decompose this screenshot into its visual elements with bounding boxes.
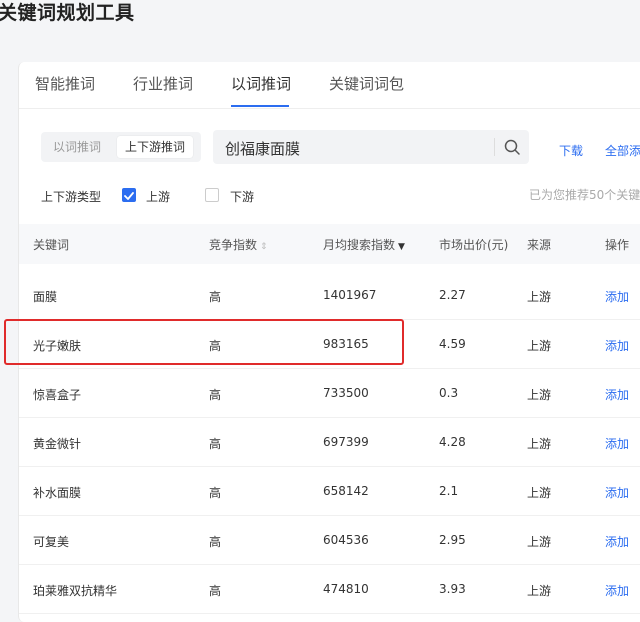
table-row: 光子嫩肤 高 983165 4.59 上游 添加: [19, 319, 640, 369]
cell-keyword: 补水面膜: [33, 486, 82, 500]
cell-source: 上游: [527, 584, 552, 598]
add-button[interactable]: 添加: [605, 533, 629, 550]
cell-price: 4.59: [439, 337, 466, 351]
col-keyword: 关键词: [33, 238, 70, 252]
col-price: 市场出价(元): [439, 238, 509, 252]
tab-word-recommend[interactable]: 以词推词: [231, 73, 291, 94]
table-row: 可复美 高 604536 2.95 上游 添加: [19, 515, 640, 565]
cell-search-index: 604536: [323, 533, 369, 547]
download-link[interactable]: 下载: [559, 142, 583, 159]
check-icon: [124, 192, 134, 200]
cell-price: 0.3: [439, 386, 459, 400]
tab-keyword-pack[interactable]: 关键词词包: [329, 73, 404, 94]
add-button[interactable]: 添加: [605, 582, 629, 599]
cell-search-index: 983165: [323, 337, 369, 351]
col-search-index-label: 月均搜索指数: [323, 238, 396, 252]
col-competition[interactable]: 竞争指数 ⇕: [209, 236, 268, 253]
cell-competition: 高: [209, 486, 222, 500]
col-search-index[interactable]: 月均搜索指数 ▼: [323, 236, 405, 253]
mode-word-recommend[interactable]: 以词推词: [45, 136, 109, 158]
mode-updown-recommend[interactable]: 上下游推词: [117, 136, 194, 158]
cell-keyword: 面膜: [33, 290, 58, 304]
col-action: 操作: [605, 238, 630, 252]
add-button[interactable]: 添加: [605, 337, 629, 354]
filter-label: 上下游类型: [41, 190, 102, 204]
add-button[interactable]: 添加: [605, 484, 629, 501]
cell-competition: 高: [209, 535, 222, 549]
cell-competition: 高: [209, 339, 222, 353]
recommend-count-text: 已为您推荐50个关键: [529, 188, 640, 202]
cell-keyword: 可复美: [33, 535, 70, 549]
cell-keyword: 珀莱雅双抗精华: [33, 584, 118, 598]
tab-bar: 智能推词 行业推词 以词推词 关键词词包: [19, 62, 640, 109]
search-box: [213, 130, 529, 166]
cell-price: 2.27: [439, 288, 466, 302]
table-row: 面膜 高 1401967 2.27 上游 添加: [19, 270, 640, 320]
add-button[interactable]: 添加: [605, 386, 629, 403]
cell-source: 上游: [527, 437, 552, 451]
tab-smart-recommend[interactable]: 智能推词: [35, 73, 95, 94]
cell-source: 上游: [527, 535, 552, 549]
cell-source: 上游: [527, 486, 552, 500]
add-button[interactable]: 添加: [605, 435, 629, 452]
cell-competition: 高: [209, 388, 222, 402]
col-competition-label: 竞争指数: [209, 238, 258, 252]
table-header: 关键词 竞争指数 ⇕ 月均搜索指数 ▼ 市场出价(元) 来源 操作: [19, 224, 640, 264]
cell-price: 2.95: [439, 533, 466, 547]
cell-source: 上游: [527, 290, 552, 304]
search-icon[interactable]: [503, 138, 521, 156]
downstream-checkbox[interactable]: [205, 188, 219, 202]
main-card: 智能推词 行业推词 以词推词 关键词词包 以词推词 上下游推词 下载 全部添 上…: [18, 62, 640, 622]
sort-icon: ⇕: [260, 242, 268, 252]
cell-keyword: 黄金微针: [33, 437, 82, 451]
table-row: 黄金微针 高 697399 4.28 上游 添加: [19, 417, 640, 467]
cell-search-index: 658142: [323, 484, 369, 498]
cell-price: 2.1: [439, 484, 459, 498]
search-divider: [494, 138, 495, 156]
search-input[interactable]: [213, 130, 497, 166]
downstream-label[interactable]: 下游: [230, 188, 254, 205]
col-source: 来源: [527, 238, 552, 252]
cell-search-index: 697399: [323, 435, 369, 449]
mode-switch: 以词推词 上下游推词: [41, 132, 201, 162]
cell-competition: 高: [209, 437, 222, 451]
upstream-label[interactable]: 上游: [146, 188, 170, 205]
cell-price: 4.28: [439, 435, 466, 449]
cell-source: 上游: [527, 388, 552, 402]
upstream-checkbox[interactable]: [122, 188, 136, 202]
add-all-link[interactable]: 全部添: [605, 142, 640, 159]
tab-industry-recommend[interactable]: 行业推词: [133, 73, 193, 94]
table-row: 惊喜盒子 高 733500 0.3 上游 添加: [19, 368, 640, 418]
cell-keyword: 光子嫩肤: [33, 339, 82, 353]
cell-keyword: 惊喜盒子: [33, 388, 82, 402]
cell-competition: 高: [209, 584, 222, 598]
cell-search-index: 733500: [323, 386, 369, 400]
table-row: 珀莱雅双抗精华 高 474810 3.93 上游 添加: [19, 564, 640, 614]
table-row: 补水面膜 高 658142 2.1 上游 添加: [19, 466, 640, 516]
sort-desc-icon: ▼: [398, 242, 405, 252]
active-tab-indicator: [231, 105, 289, 107]
cell-competition: 高: [209, 290, 222, 304]
add-button[interactable]: 添加: [605, 288, 629, 305]
cell-search-index: 1401967: [323, 288, 377, 302]
page-title: 关键词规划工具: [0, 2, 135, 24]
cell-source: 上游: [527, 339, 552, 353]
